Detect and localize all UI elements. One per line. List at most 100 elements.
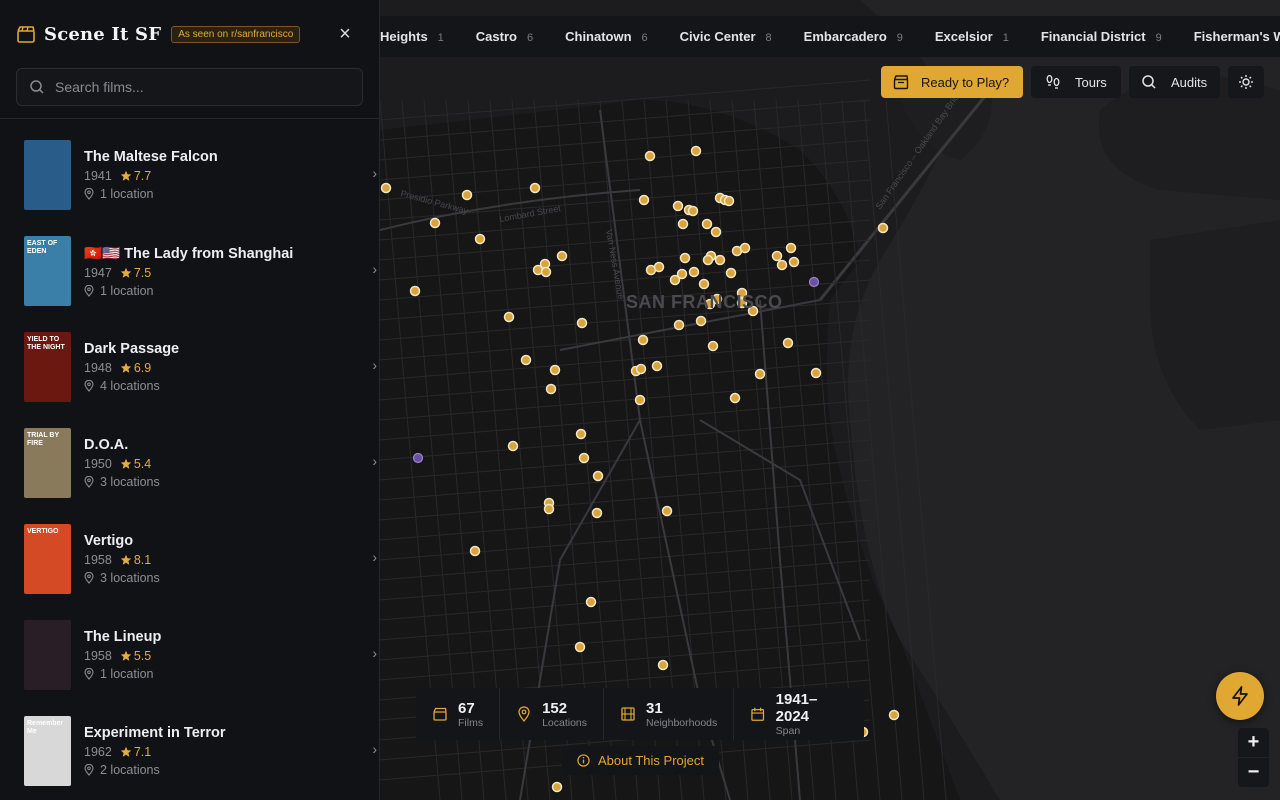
neighborhood-chip[interactable]: Financial District 9 — [1041, 29, 1194, 44]
location-marker[interactable] — [461, 189, 473, 201]
search-input[interactable] — [55, 79, 350, 95]
location-marker[interactable] — [723, 195, 735, 207]
location-marker[interactable] — [888, 709, 900, 721]
stat-text: 1941–2024 Span — [776, 691, 848, 737]
location-marker[interactable] — [688, 266, 700, 278]
location-marker[interactable] — [653, 261, 665, 273]
location-marker[interactable] — [529, 182, 541, 194]
film-list-item[interactable]: VERTIGO Vertigo 1958 8.1 3 locations › — [0, 511, 379, 607]
location-marker[interactable] — [578, 452, 590, 464]
location-marker[interactable] — [676, 268, 688, 280]
location-marker[interactable] — [690, 145, 702, 157]
neighborhood-bar[interactable]: Heights 1 Castro 6 Chinatown 6 Civic Center 8 Em… — [380, 16, 1280, 57]
location-marker[interactable] — [739, 242, 751, 254]
film-list-item[interactable]: Remember Me Experiment in Terror 1962 7.… — [0, 703, 379, 799]
map-pin-icon — [84, 380, 94, 392]
location-marker[interactable] — [474, 233, 486, 245]
location-marker[interactable] — [551, 781, 563, 793]
film-list-item[interactable]: The Lineup 1958 5.5 1 location › — [0, 607, 379, 703]
location-marker[interactable] — [380, 182, 392, 194]
neighborhood-name: Civic Center — [679, 29, 756, 44]
location-marker[interactable] — [771, 250, 783, 262]
zoom-out-button[interactable]: − — [1238, 758, 1269, 787]
location-marker[interactable] — [714, 254, 726, 266]
location-marker[interactable] — [545, 383, 557, 395]
quick-action-button[interactable] — [1216, 672, 1264, 720]
neighborhood-name: Chinatown — [565, 29, 632, 44]
location-marker[interactable] — [725, 267, 737, 279]
location-marker[interactable] — [540, 266, 552, 278]
location-marker[interactable] — [507, 440, 519, 452]
location-marker[interactable] — [877, 222, 889, 234]
location-marker[interactable] — [776, 259, 788, 271]
location-marker[interactable] — [810, 367, 822, 379]
location-marker[interactable] — [707, 340, 719, 352]
location-marker[interactable] — [679, 252, 691, 264]
location-marker[interactable] — [591, 507, 603, 519]
location-marker[interactable] — [644, 150, 656, 162]
poster-text: EAST OF EDEN — [27, 240, 58, 255]
location-marker[interactable] — [585, 596, 597, 608]
film-list-item[interactable]: The Maltese Falcon 1941 7.7 1 location › — [0, 127, 379, 223]
location-marker[interactable] — [634, 394, 646, 406]
location-marker[interactable] — [661, 505, 673, 517]
neighborhood-count: 9 — [1155, 32, 1162, 44]
location-marker[interactable] — [710, 226, 722, 238]
location-marker[interactable] — [520, 354, 532, 366]
neighborhood-chip[interactable]: Civic Center 8 — [680, 29, 804, 44]
neighborhood-chip[interactable]: Heights 1 — [380, 29, 476, 44]
location-marker[interactable] — [698, 278, 710, 290]
search-box[interactable] — [16, 68, 363, 106]
location-marker[interactable] — [575, 428, 587, 440]
location-marker[interactable] — [637, 334, 649, 346]
alt-location-marker[interactable] — [808, 276, 820, 288]
tours-button[interactable]: Tours — [1031, 66, 1121, 98]
location-marker[interactable] — [576, 317, 588, 329]
location-marker[interactable] — [651, 360, 663, 372]
close-sidebar-button[interactable]: × — [335, 22, 355, 46]
film-list-item[interactable]: TRIAL BY FIRE D.O.A. 1950 5.4 3 location… — [0, 415, 379, 511]
location-marker[interactable] — [672, 200, 684, 212]
location-marker[interactable] — [635, 363, 647, 375]
info-icon — [577, 754, 590, 767]
location-marker[interactable] — [695, 315, 707, 327]
film-locations: 2 locations — [84, 763, 226, 777]
location-marker[interactable] — [729, 392, 741, 404]
audits-button[interactable]: Audits — [1129, 66, 1220, 98]
location-marker[interactable] — [549, 364, 561, 376]
location-marker[interactable] — [673, 319, 685, 331]
neighborhood-chip[interactable]: Excelsior 1 — [935, 29, 1041, 44]
location-marker[interactable] — [782, 337, 794, 349]
location-marker[interactable] — [429, 217, 441, 229]
location-marker[interactable] — [788, 256, 800, 268]
neighborhood-chip[interactable]: Embarcadero 9 — [804, 29, 935, 44]
theme-toggle-button[interactable] — [1228, 66, 1264, 98]
location-marker[interactable] — [702, 254, 714, 266]
stat-value: 152 — [542, 699, 568, 717]
location-marker[interactable] — [701, 218, 713, 230]
film-list-item[interactable]: YIELD TO THE NIGHT Dark Passage 1948 6.9… — [0, 319, 379, 415]
about-project-button[interactable]: About This Project — [562, 746, 719, 775]
neighborhood-chip[interactable]: Fisherman's W — [1194, 29, 1280, 44]
location-marker[interactable] — [785, 242, 797, 254]
location-marker[interactable] — [687, 205, 699, 217]
location-marker[interactable] — [592, 470, 604, 482]
neighborhood-chip[interactable]: Chinatown 6 — [565, 29, 680, 44]
location-marker[interactable] — [556, 250, 568, 262]
neighborhood-chip[interactable]: Castro 6 — [476, 29, 565, 44]
ready-to-play-button[interactable]: Ready to Play? — [881, 66, 1023, 98]
location-marker[interactable] — [543, 503, 555, 515]
clapperboard-icon — [433, 707, 447, 721]
location-marker[interactable] — [574, 641, 586, 653]
zoom-in-button[interactable]: + — [1238, 728, 1269, 757]
location-marker[interactable] — [469, 545, 481, 557]
location-marker[interactable] — [754, 368, 766, 380]
location-marker[interactable] — [677, 218, 689, 230]
location-marker[interactable] — [503, 311, 515, 323]
location-marker[interactable] — [638, 194, 650, 206]
alt-location-marker[interactable] — [412, 452, 424, 464]
location-marker[interactable] — [657, 659, 669, 671]
seen-on-badge[interactable]: As seen on r/sanfrancisco — [171, 25, 301, 43]
film-list-item[interactable]: EAST OF EDEN 🇭🇰🇺🇸 The Lady from Shanghai… — [0, 223, 379, 319]
location-marker[interactable] — [409, 285, 421, 297]
